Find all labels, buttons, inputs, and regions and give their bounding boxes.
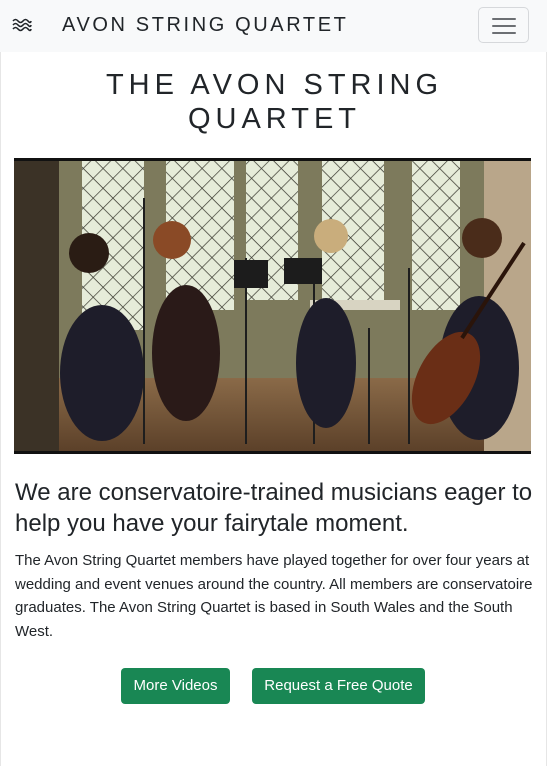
brand-title[interactable]: AVON STRING QUARTET [62, 12, 348, 38]
more-videos-button[interactable]: More Videos [121, 668, 230, 704]
main-content: THE AVON STRING QUARTET We are conservat… [0, 52, 547, 766]
request-quote-button[interactable]: Request a Free Quote [252, 668, 425, 704]
navbar: AVON STRING QUARTET [0, 0, 547, 52]
page-title-line-2: QUARTET [187, 103, 362, 135]
intro-paragraph: The Avon String Quartet members have pla… [15, 552, 533, 640]
hamburger-menu-icon-bar [492, 25, 516, 27]
headline: We are conservatoire-trained musicians e… [15, 479, 533, 537]
hamburger-menu-icon-bar [492, 32, 516, 34]
hero-image [14, 158, 531, 454]
hamburger-menu-icon [492, 18, 516, 20]
menu-toggle-button[interactable] [478, 7, 529, 43]
quartet-photo [14, 158, 531, 454]
page-title-line-1: THE AVON STRING [105, 69, 444, 101]
waves-icon[interactable] [12, 17, 32, 33]
page-title: THE AVON STRING QUARTET [1, 68, 547, 136]
